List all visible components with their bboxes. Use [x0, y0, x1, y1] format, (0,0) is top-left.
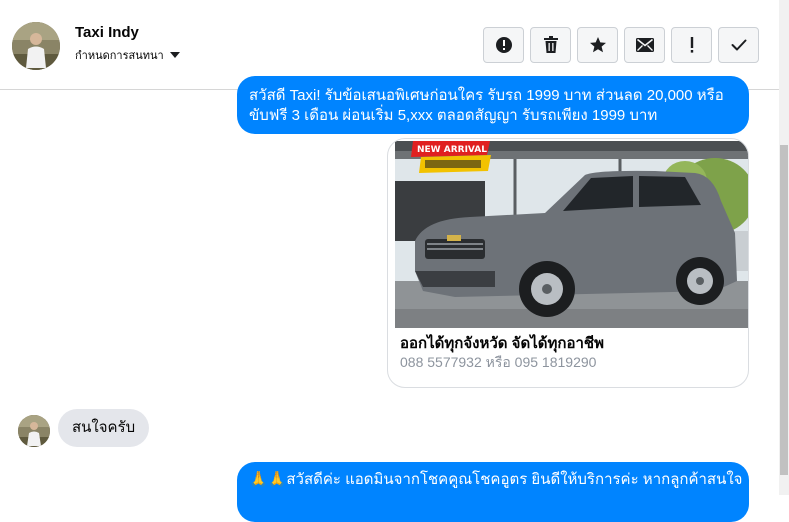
alert-circle-icon: [495, 37, 512, 53]
caret-down-icon: [169, 52, 180, 58]
pickup-truck-image: NEW ARRIVAL: [395, 141, 748, 328]
scrollbar-thumb[interactable]: [780, 145, 788, 475]
link-attachment-card[interactable]: NEW ARRIVAL ออกได้ทุกจังหวัด จัดได้ทุกอา…: [387, 138, 749, 388]
sender-avatar[interactable]: [18, 415, 50, 447]
attachment-subtitle: 088 5577932 หรือ 095 1819290: [400, 354, 597, 370]
conversation-toolbar: [483, 27, 759, 63]
mark-spam-button[interactable]: [483, 27, 524, 63]
outgoing-message-bubble[interactable]: 🙏🙏สวัสดีค่ะ แอดมินจากโชคคูณโชคอูตร ยินดี…: [237, 462, 749, 522]
new-arrival-badge-text: NEW ARRIVAL: [417, 145, 487, 155]
exclamation-icon: [690, 37, 693, 53]
checkmark-icon: [731, 39, 746, 51]
mark-unread-button[interactable]: [624, 27, 665, 63]
incoming-message-bubble[interactable]: สนใจครับ: [58, 409, 150, 447]
conversation-settings-label: กำหนดการสนทนา: [75, 50, 164, 62]
mark-important-button[interactable]: [671, 27, 712, 63]
message-text-line: สวัสดีค่ะ แอดมินจากโชคคูณโชคอูตร ยินดีให…: [286, 471, 743, 488]
trash-icon: [543, 36, 558, 53]
contact-name[interactable]: Taxi Indy: [75, 24, 139, 41]
pray-emoji-icon: 🙏🙏: [249, 471, 287, 488]
star-icon: [589, 37, 606, 53]
envelope-icon: [635, 38, 654, 52]
star-button[interactable]: [577, 27, 618, 63]
delete-button[interactable]: [530, 27, 571, 63]
conversation-scrollbar[interactable]: [779, 0, 789, 495]
message-text-line: ขับฟรี 3 เดือน ผ่อนเริ่ม 5,xxx ตลอดสัญญา…: [249, 107, 658, 124]
conversation-settings-dropdown[interactable]: กำหนดการสนทนา: [75, 46, 180, 64]
outgoing-message-bubble[interactable]: สวัสดี Taxi! รับข้อเสนอพิเศษก่อนใคร รับร…: [237, 76, 749, 134]
message-text-line: สวัสดี Taxi! รับข้อเสนอพิเศษก่อนใคร รับร…: [249, 87, 724, 104]
mark-done-button[interactable]: [718, 27, 759, 63]
contact-avatar[interactable]: [12, 22, 60, 70]
